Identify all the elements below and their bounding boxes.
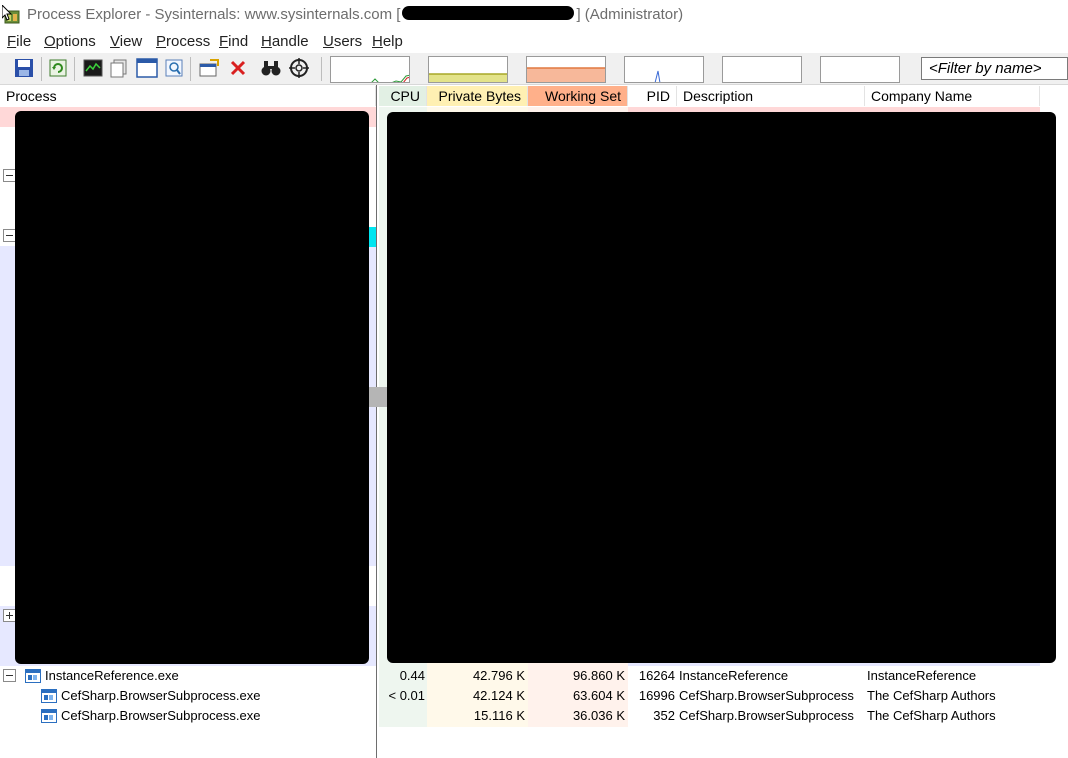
title-bar: Process Explorer - Sysinternals: www.sys…: [0, 0, 1068, 30]
menu-view[interactable]: View: [110, 33, 142, 50]
io-graph[interactable]: [624, 56, 704, 83]
menu-help[interactable]: Help: [372, 33, 403, 50]
private-bytes-value: 15.116 K: [473, 708, 525, 723]
toolbar-separator: [41, 57, 42, 81]
window-title: Process Explorer - Sysinternals: www.sys…: [27, 6, 683, 23]
company-value: InstanceReference: [867, 668, 977, 683]
company-value: The CefSharp Authors: [867, 688, 996, 703]
column-header-cpu[interactable]: CPU: [379, 86, 427, 106]
toolbar-separator: [190, 57, 191, 81]
filter-by-name-input[interactable]: <Filter by name>: [921, 57, 1068, 80]
process-explorer-icon: [2, 5, 20, 24]
find-handle-icon[interactable]: [163, 57, 185, 79]
pid-value: 16996: [638, 688, 675, 703]
binoculars-icon[interactable]: [260, 57, 282, 79]
disk-graph[interactable]: [820, 56, 900, 83]
column-header-private-bytes[interactable]: Private Bytes: [427, 86, 528, 106]
process-name: CefSharp.BrowserSubprocess.exe: [61, 688, 261, 703]
toolbar: <Filter by name>: [0, 53, 1068, 85]
menu-file[interactable]: File: [7, 33, 31, 50]
tree-collapse-toggle[interactable]: [3, 669, 16, 682]
network-graph[interactable]: [722, 56, 802, 83]
process-name: CefSharp.BrowserSubprocess.exe: [61, 708, 261, 723]
application-icon: [41, 709, 57, 723]
process-row[interactable]: InstanceReference.exe 0.44 42.796 K 96.8…: [0, 666, 1068, 686]
process-row[interactable]: CefSharp.BrowserSubprocess.exe < 0.01 42…: [0, 686, 1068, 706]
cpu-value: 0.44: [399, 668, 425, 683]
toolbar-separator: [74, 57, 75, 81]
private-bytes-value: 42.124 K: [472, 688, 525, 703]
commit-graph[interactable]: [428, 56, 508, 83]
redacted-process-list: [15, 111, 369, 664]
column-header-company-name[interactable]: Company Name: [865, 86, 1040, 106]
process-row[interactable]: CefSharp.BrowserSubprocess.exe 15.116 K …: [0, 706, 1068, 726]
description-value: CefSharp.BrowserSubprocess: [679, 708, 854, 723]
menu-handle[interactable]: Handle: [261, 33, 309, 50]
save-icon[interactable]: [13, 57, 35, 79]
title-prefix: Process Explorer - Sysinternals: www.sys…: [27, 6, 401, 23]
private-bytes-value: 42.796 K: [472, 668, 525, 683]
column-headers: Process CPU Private Bytes Working Set PI…: [0, 85, 1068, 107]
menu-bar: File Options View Process Find Handle Us…: [0, 30, 1068, 53]
pane-splitter-handle[interactable]: [369, 387, 387, 407]
cpu-value: < 0.01: [388, 688, 425, 703]
column-header-description[interactable]: Description: [677, 86, 865, 106]
working-set-value: 63.604 K: [572, 688, 625, 703]
title-suffix: ] (Administrator): [576, 6, 684, 23]
description-value: CefSharp.BrowserSubprocess: [679, 688, 854, 703]
column-header-process[interactable]: Process: [0, 86, 376, 106]
application-icon: [41, 689, 57, 703]
process-name: InstanceReference.exe: [45, 668, 179, 683]
physical-memory-graph[interactable]: [526, 56, 606, 83]
menu-users[interactable]: Users: [323, 33, 362, 50]
redacted-process-details: [387, 112, 1056, 663]
properties-icon[interactable]: [108, 57, 130, 79]
kill-process-icon[interactable]: [227, 57, 249, 79]
column-header-pid[interactable]: PID: [628, 86, 677, 106]
working-set-value: 36.036 K: [572, 708, 625, 723]
window-icon[interactable]: [136, 57, 158, 79]
menu-process[interactable]: Process: [156, 33, 210, 50]
redacted-computer-name: [402, 6, 575, 20]
pid-value: 16264: [638, 668, 675, 683]
description-value: InstanceReference: [679, 668, 789, 683]
pane-divider[interactable]: [376, 85, 377, 758]
working-set-value: 96.860 K: [572, 668, 625, 683]
application-icon: [25, 669, 41, 683]
options-icon[interactable]: [198, 57, 220, 79]
menu-options[interactable]: Options: [44, 33, 96, 50]
target-crosshair-icon[interactable]: [288, 57, 310, 79]
company-value: The CefSharp Authors: [867, 708, 996, 723]
refresh-icon[interactable]: [47, 57, 69, 79]
cpu-graph[interactable]: [330, 56, 410, 83]
menu-find[interactable]: Find: [219, 33, 248, 50]
column-header-working-set[interactable]: Working Set: [528, 86, 628, 106]
toolbar-separator: [321, 57, 322, 81]
new-process-highlight: [368, 227, 376, 247]
system-info-icon[interactable]: [82, 57, 104, 79]
pid-value: 352: [653, 708, 675, 723]
